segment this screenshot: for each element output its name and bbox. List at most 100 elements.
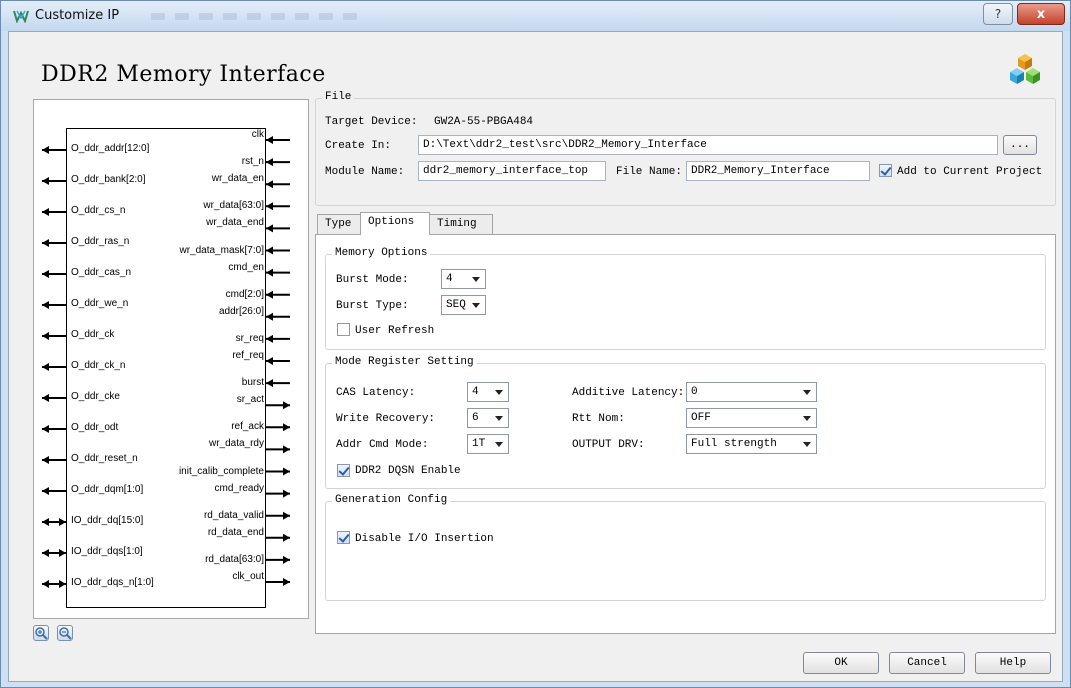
right-port-label: rd_data_valid (203, 509, 264, 521)
cas-latency-value: 4 (472, 386, 479, 398)
rtt-nom-select[interactable]: OFF (686, 408, 817, 428)
tab-type-label: Type (325, 218, 352, 230)
mode-register-title: Mode Register Setting (332, 356, 477, 368)
page-title: DDR2 Memory Interface (41, 62, 326, 87)
chevron-down-icon (472, 277, 480, 282)
help-button[interactable]: Help (975, 652, 1051, 674)
create-in-value: D:\Text\ddr2_test\src\DDR2_Memory_Interf… (423, 139, 707, 151)
file-name-field[interactable]: DDR2_Memory_Interface (686, 161, 870, 181)
left-port-label: O_ddr_reset_n (71, 453, 138, 464)
arrow-head-icon (42, 363, 49, 371)
ip-block-diagram-panel[interactable]: O_ddr_addr[12:0] O_ddr_bank[2:0] O_ddr_cs_… (33, 99, 309, 619)
window-title: Customize IP (35, 8, 120, 23)
left-port-label: O_ddr_addr[12:0] (71, 143, 150, 154)
right-port-label: rd_data_end (207, 526, 264, 538)
file-group: File Target Device: GW2A-55-PBGA484 Crea… (315, 91, 1056, 206)
burst-type-label: Burst Type: (336, 300, 409, 312)
arrow-head-icon (42, 425, 49, 433)
zoom-out-icon (59, 627, 72, 640)
module-name-field[interactable]: ddr2_memory_interface_top (418, 161, 606, 181)
dqsn-enable-checkbox[interactable] (337, 464, 350, 477)
tab-timing-label: Timing (437, 218, 477, 230)
additive-latency-label: Additive Latency: (572, 387, 685, 399)
right-port-label: cmd[2:0] (225, 288, 264, 300)
cas-latency-label: CAS Latency: (336, 387, 416, 399)
help-title-button[interactable]: ? (983, 3, 1013, 25)
arrow-head-icon (42, 146, 49, 154)
title-bar[interactable]: Customize IP ? x (1, 1, 1070, 31)
generation-config-group: Generation Config Disable I/O Insertion (325, 494, 1046, 601)
right-port-label: burst (241, 377, 264, 389)
cas-latency-select[interactable]: 4 (467, 382, 509, 402)
tab-options-label: Options (368, 216, 415, 228)
arrow-head-icon (42, 456, 49, 464)
chevron-down-icon (495, 442, 503, 447)
add-to-project-checkbox[interactable] (879, 164, 892, 177)
target-device-label: Target Device: (325, 116, 418, 128)
zoom-controls (33, 625, 77, 644)
arrow-head-icon (266, 312, 273, 321)
burst-mode-select[interactable]: 4 (441, 269, 486, 289)
arrow-head-icon (42, 208, 49, 216)
arrow-head-icon (283, 423, 290, 432)
help-label: Help (999, 657, 1027, 669)
dqsn-enable-label[interactable]: DDR2 DQSN Enable (355, 465, 461, 477)
arrow-head-icon (283, 533, 290, 542)
chevron-down-icon (803, 442, 811, 447)
arrow-head-icon (59, 518, 66, 526)
mode-register-group: Mode Register Setting CAS Latency: 4 Add… (325, 356, 1046, 489)
cancel-button[interactable]: Cancel (889, 652, 965, 674)
arrow-head-icon (266, 334, 273, 343)
disable-io-checkbox[interactable] (337, 531, 350, 544)
chevron-down-icon (803, 416, 811, 421)
user-refresh-label[interactable]: User Refresh (355, 325, 434, 337)
arrow-head-icon (266, 180, 273, 189)
tab-type[interactable]: Type (317, 214, 361, 234)
write-recovery-select[interactable]: 6 (467, 408, 509, 428)
tab-timing[interactable]: Timing (429, 214, 493, 234)
output-drv-select[interactable]: Full strength (686, 434, 817, 454)
add-to-project-label[interactable]: Add to Current Project (897, 166, 1042, 178)
arrow-head-icon (42, 580, 49, 588)
arrow-head-icon (59, 580, 66, 588)
tab-options[interactable]: Options (360, 212, 430, 235)
arrow-head-icon (283, 467, 290, 476)
addr-cmd-mode-select[interactable]: 1T (467, 434, 509, 454)
options-tab-panel: Memory Options Burst Mode: 4 Burst Type:… (315, 234, 1056, 634)
zoom-in-button[interactable] (33, 625, 49, 641)
left-port-label: O_ddr_we_n (71, 298, 129, 309)
arrow-head-icon (266, 158, 273, 167)
right-port-label: cmd_en (228, 261, 264, 273)
zoom-out-button[interactable] (56, 625, 73, 641)
left-port-label: O_ddr_cke (71, 391, 120, 402)
arrow-head-icon (42, 270, 49, 278)
target-device-value: GW2A-55-PBGA484 (434, 116, 534, 128)
burst-type-value: SEQ (446, 299, 466, 311)
left-port-label: O_ddr_dqm[1:0] (71, 484, 144, 495)
arrow-head-icon (266, 379, 273, 388)
arrow-head-icon (266, 202, 273, 211)
question-icon: ? (994, 7, 1002, 21)
user-refresh-checkbox[interactable] (337, 323, 350, 336)
ok-button[interactable]: OK (803, 652, 879, 674)
left-port-label: O_ddr_bank[2:0] (71, 174, 146, 185)
arrow-head-icon (283, 578, 290, 586)
additive-latency-select[interactable]: 0 (686, 382, 817, 402)
browse-button[interactable]: ... (1003, 135, 1037, 155)
right-port-label: addr[26:0] (218, 305, 264, 317)
right-port-label: init_calib_complete (178, 465, 264, 477)
chevron-down-icon (803, 390, 811, 395)
chevron-down-icon (495, 390, 503, 395)
right-port-label: clk_out (232, 571, 264, 582)
create-in-field[interactable]: D:\Text\ddr2_test\src\DDR2_Memory_Interf… (418, 135, 998, 155)
arrow-head-icon (283, 511, 290, 520)
addr-cmd-mode-value: 1T (472, 438, 486, 450)
rtt-nom-value: OFF (691, 412, 711, 424)
burst-type-select[interactable]: SEQ (441, 295, 486, 315)
close-button[interactable]: x (1017, 3, 1065, 25)
right-port-label: rst_n (241, 156, 264, 168)
disable-io-label[interactable]: Disable I/O Insertion (355, 533, 494, 545)
arrow-head-icon (266, 246, 273, 255)
arrow-head-icon (42, 177, 49, 185)
right-port-label: wr_data_mask[7:0] (179, 244, 265, 256)
